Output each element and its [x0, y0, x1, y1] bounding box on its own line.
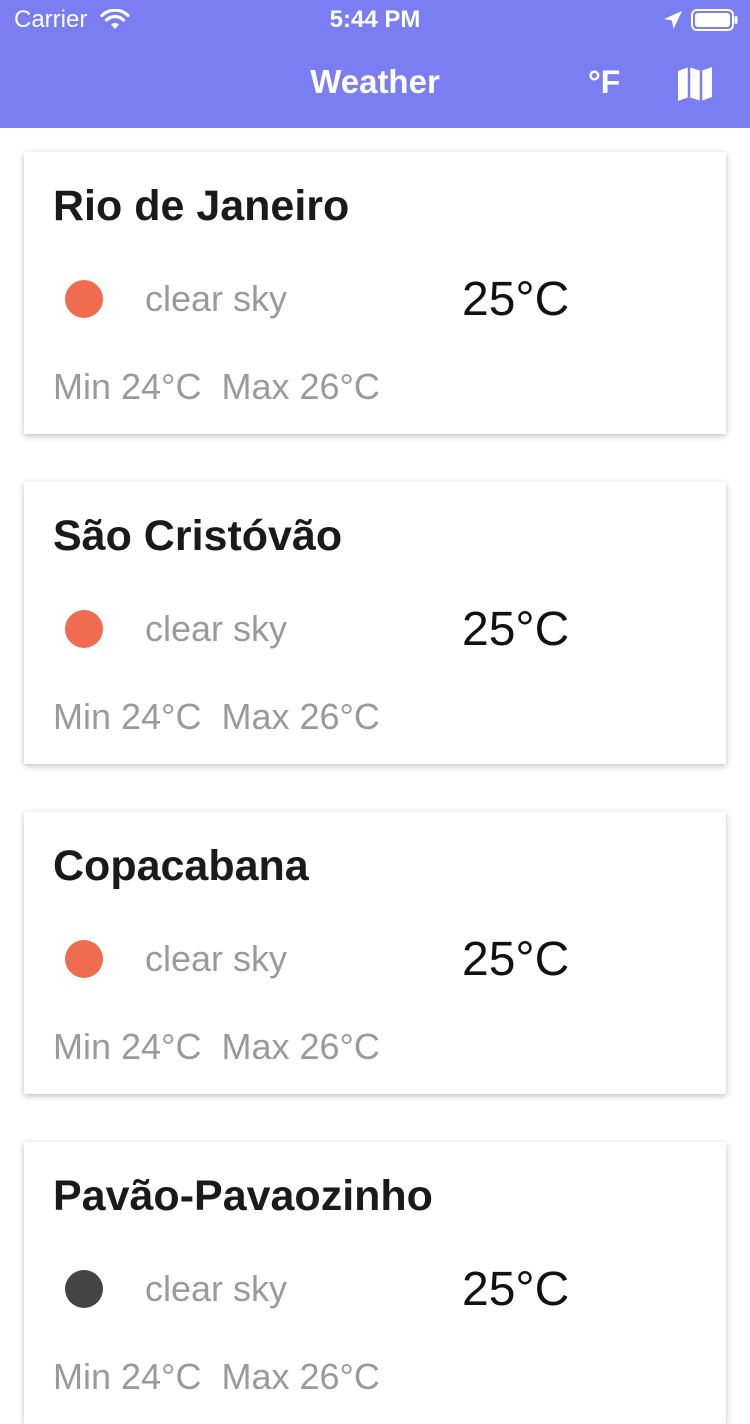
weather-card[interactable]: São Cristóvão clear sky 25°C Min 24°C Max…: [24, 482, 726, 764]
max-temperature: Max 26°C: [221, 1026, 380, 1067]
current-temperature: 25°C: [462, 603, 570, 656]
weather-description: clear sky: [145, 608, 288, 649]
city-name: São Cristóvão: [53, 512, 343, 560]
current-temperature: 25°C: [462, 1263, 570, 1316]
weather-dot-icon: [65, 940, 103, 978]
city-name: Copacabana: [53, 842, 309, 890]
weather-dot-icon: [65, 280, 103, 318]
weather-card[interactable]: Rio de Janeiro clear sky 25°C Min 24°C Ma…: [24, 152, 726, 434]
city-name: Rio de Janeiro: [53, 182, 350, 230]
weather-description: clear sky: [145, 278, 288, 319]
weather-dot-icon: [65, 610, 103, 648]
status-time: 5:44 PM: [329, 6, 421, 33]
current-temperature: 25°C: [462, 273, 570, 326]
temperature-unit-button[interactable]: °F: [588, 64, 620, 101]
max-temperature: Max 26°C: [221, 1356, 380, 1397]
app-header: Carrier 5:44 PM Weather °F: [0, 0, 750, 128]
map-icon[interactable]: [676, 65, 714, 103]
status-bar: Carrier 5:44 PM: [0, 0, 750, 40]
weather-description: clear sky: [145, 1268, 288, 1309]
city-name: Pavão-Pavaozinho: [53, 1172, 433, 1220]
min-max-temperature: Min 24°C Max 26°C: [53, 366, 380, 408]
weather-description: clear sky: [145, 938, 288, 979]
weather-dot-icon: [65, 1270, 103, 1308]
min-temperature: Min 24°C: [53, 366, 202, 407]
min-max-temperature: Min 24°C Max 26°C: [53, 1356, 380, 1398]
max-temperature: Max 26°C: [221, 696, 380, 737]
page-title: Weather: [310, 63, 440, 100]
current-temperature: 25°C: [462, 933, 570, 986]
min-max-temperature: Min 24°C Max 26°C: [53, 696, 380, 738]
weather-card[interactable]: Copacabana clear sky 25°C Min 24°C Max 26…: [24, 812, 726, 1094]
max-temperature: Max 26°C: [221, 366, 380, 407]
weather-card[interactable]: Pavão-Pavaozinho clear sky 25°C Min 24°C…: [24, 1142, 726, 1424]
min-temperature: Min 24°C: [53, 696, 202, 737]
min-temperature: Min 24°C: [53, 1356, 202, 1397]
battery-icon: [691, 9, 738, 31]
min-temperature: Min 24°C: [53, 1026, 202, 1067]
min-max-temperature: Min 24°C Max 26°C: [53, 1026, 380, 1068]
location-icon: [664, 11, 682, 29]
